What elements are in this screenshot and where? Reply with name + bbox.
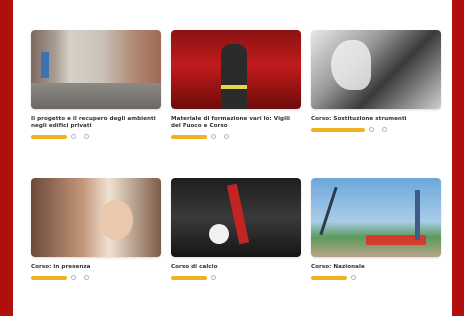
clock-icon <box>211 275 216 280</box>
course-card-2[interactable]: Materiale di formazione vari lo: Vigili … <box>171 30 301 139</box>
floor <box>31 83 161 109</box>
sketch-shape <box>331 40 371 90</box>
course-card-4[interactable]: Corso: in presenza <box>31 178 161 280</box>
course-card-3[interactable]: Corso: Sostituzione strumenti <box>311 30 441 132</box>
player-leg <box>226 183 250 245</box>
hallway-photo[interactable] <box>31 30 161 109</box>
top-bar <box>13 0 452 14</box>
course-meta <box>171 134 301 139</box>
course-meta <box>31 275 161 280</box>
course-title[interactable]: Il progetto e il recupero degli ambienti… <box>31 116 161 130</box>
firefighter-photo[interactable] <box>171 30 301 109</box>
clock-icon <box>369 127 374 132</box>
category-badge[interactable] <box>311 275 347 280</box>
clock-icon <box>71 134 76 139</box>
calendar-icon <box>84 134 89 139</box>
course-meta <box>171 275 301 280</box>
calendar-icon <box>382 127 387 132</box>
category-badge[interactable] <box>171 275 207 280</box>
category-badge[interactable] <box>171 134 207 139</box>
course-meta <box>311 275 441 280</box>
sketch-photo[interactable] <box>311 30 441 109</box>
content-panel: Il progetto e il recupero degli ambienti… <box>13 0 452 316</box>
clock-icon <box>211 134 216 139</box>
category-badge[interactable] <box>31 275 67 280</box>
course-card-5[interactable]: Corso di calcio <box>171 178 301 280</box>
course-title[interactable]: Corso di calcio <box>171 264 301 271</box>
category-badge[interactable] <box>31 134 67 139</box>
calendar-icon <box>84 275 89 280</box>
clock-icon <box>71 275 76 280</box>
tower <box>415 190 420 240</box>
person-face <box>99 200 133 240</box>
clock-icon <box>351 275 356 280</box>
calendar-icon <box>224 134 229 139</box>
blue-banner <box>41 52 49 78</box>
harbor-photo[interactable] <box>311 178 441 257</box>
people-photo[interactable] <box>31 178 161 257</box>
firefighter-figure <box>221 44 247 109</box>
course-title[interactable]: Corso: Sostituzione strumenti <box>311 116 441 123</box>
category-badge[interactable] <box>311 127 365 132</box>
football <box>209 224 229 244</box>
course-title[interactable]: Corso: Nazionale <box>311 264 441 271</box>
reflective-stripe <box>221 85 247 89</box>
crane <box>319 186 338 236</box>
course-title[interactable]: Corso: in presenza <box>31 264 161 271</box>
course-meta <box>31 134 161 139</box>
course-card-6[interactable]: Corso: Nazionale <box>311 178 441 280</box>
course-meta <box>311 127 441 132</box>
course-card-1[interactable]: Il progetto e il recupero degli ambienti… <box>31 30 161 139</box>
football-photo[interactable] <box>171 178 301 257</box>
course-title[interactable]: Materiale di formazione vari lo: Vigili … <box>171 116 301 130</box>
